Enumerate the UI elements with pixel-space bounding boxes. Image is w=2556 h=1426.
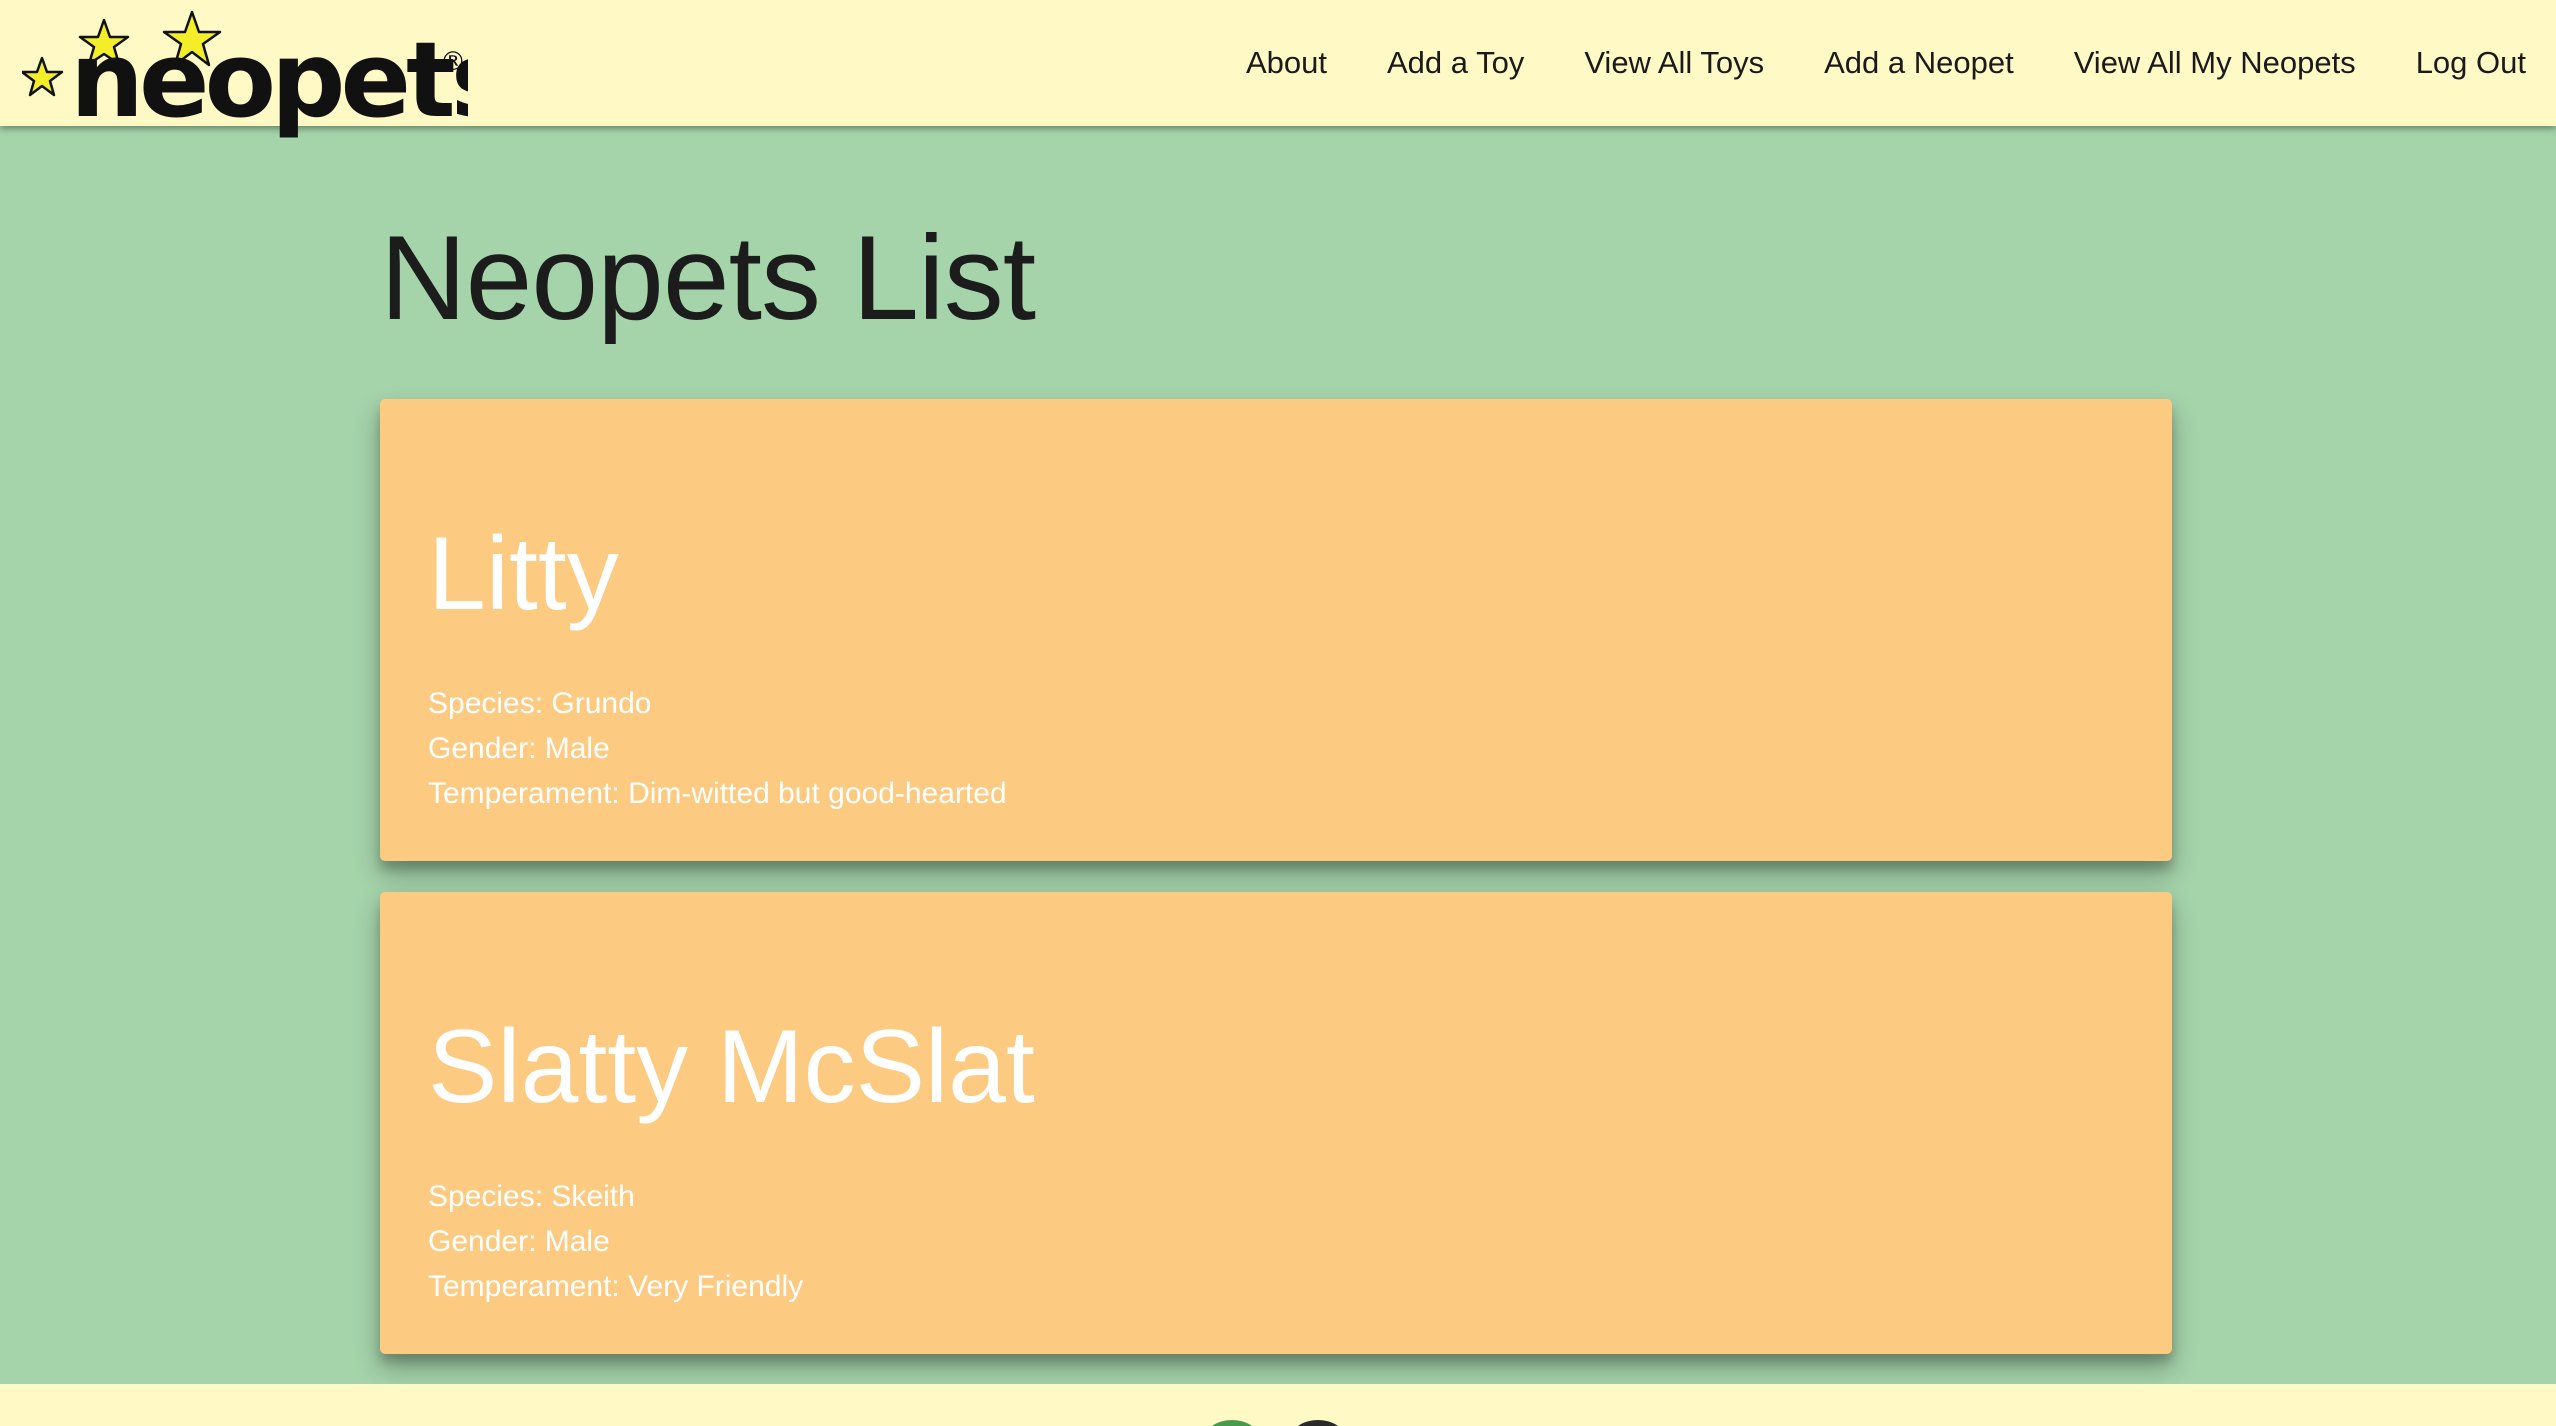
nav-link-add-toy[interactable]: Add a Toy <box>1387 45 1524 81</box>
neopet-card: Litty Species: Grundo Gender: Male Tempe… <box>380 399 2172 861</box>
nav-link-view-all-toys[interactable]: View All Toys <box>1584 45 1764 81</box>
star-icon <box>22 56 64 97</box>
nav-link-view-all-my-neopets[interactable]: View All My Neopets <box>2074 45 2356 81</box>
neopet-species: Species: Skeith <box>428 1180 635 1213</box>
neopet-details: Species: Skeith Gender: Male Temperament… <box>428 1174 803 1309</box>
neopet-name: Litty <box>428 516 619 632</box>
footer-icon <box>1204 1420 1260 1426</box>
neopet-temperament: Temperament: Very Friendly <box>428 1270 804 1303</box>
footer-icon <box>1290 1420 1346 1426</box>
footer <box>0 1384 2556 1426</box>
neopet-name: Slatty McSlat <box>428 1009 1035 1125</box>
nav-link-about[interactable]: About <box>1246 45 1327 81</box>
nav-links: About Add a Toy View All Toys Add a Neop… <box>1186 0 2526 126</box>
logo-text: neopets <box>70 19 468 138</box>
registered-mark: ® <box>440 47 466 77</box>
neopet-gender: Gender: Male <box>428 1225 610 1258</box>
navbar: neopets ® About Add a Toy View All Toys … <box>0 0 2556 138</box>
nav-link-add-neopet[interactable]: Add a Neopet <box>1824 45 2014 81</box>
neopet-details: Species: Grundo Gender: Male Temperament… <box>428 681 1007 816</box>
page-title: Neopets List <box>380 211 1036 345</box>
neopets-logo[interactable]: neopets ® <box>22 8 468 138</box>
neopet-species: Species: Grundo <box>428 687 652 720</box>
neopet-card: Slatty McSlat Species: Skeith Gender: Ma… <box>380 892 2172 1354</box>
neopet-gender: Gender: Male <box>428 732 610 765</box>
neopet-temperament: Temperament: Dim-witted but good-hearted <box>428 777 1007 810</box>
nav-link-log-out[interactable]: Log Out <box>2416 45 2526 81</box>
